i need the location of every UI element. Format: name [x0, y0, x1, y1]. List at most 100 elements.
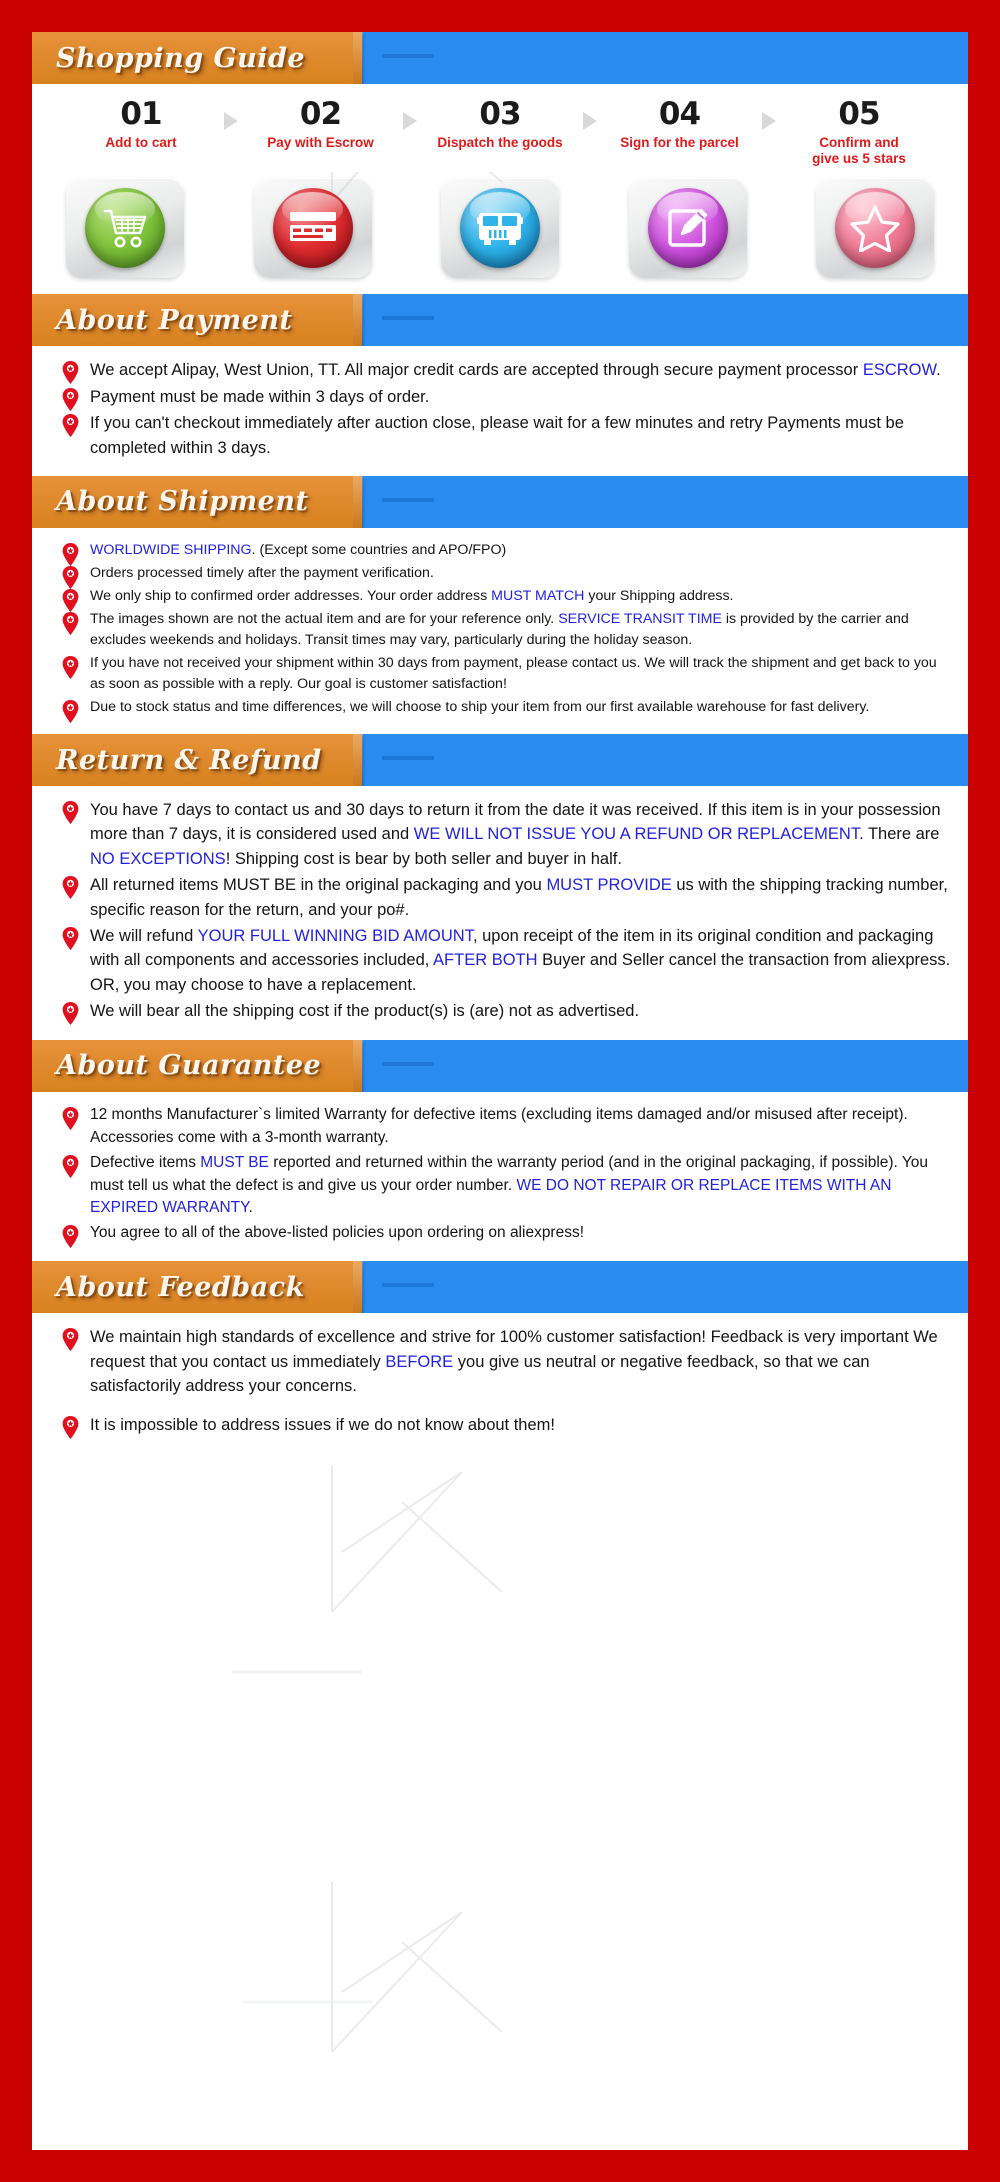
step-number: 03 [479, 96, 521, 132]
list-item: We accept Alipay, West Union, TT. All ma… [48, 358, 952, 385]
section-tab: Return & Refund [32, 734, 363, 787]
body-text: ! Shipping cost is bear by both seller a… [225, 849, 622, 868]
highlight-text: WORLDWIDE SHIPPING [90, 541, 252, 558]
body-text: your Shipping address. [584, 587, 734, 604]
section-title: Shopping Guide [56, 42, 306, 74]
location-pin-icon [62, 801, 79, 825]
list-item: Due to stock status and time differences… [48, 697, 952, 724]
step-arrow-icon [223, 112, 238, 130]
location-pin-icon [62, 387, 79, 411]
body-text: 12 months Manufacturer`s limited Warrant… [90, 1105, 908, 1146]
list-item: We will refund YOUR FULL WINNING BID AMO… [48, 924, 952, 997]
step-label: Add to cart [105, 134, 177, 150]
page-root: Shopping Guide 01 Add to cart 02 Pay wit… [0, 0, 1000, 2182]
step-label-line2: give us 5 stars [812, 151, 906, 167]
step-label: Confirm and give us 5 stars [784, 135, 934, 169]
return-refund-list: You have 7 days to contact us and 30 day… [48, 798, 952, 1026]
step-label: Pay with Escrow [267, 134, 374, 150]
step-05: 05 Confirm and give us 5 stars [784, 98, 934, 168]
section-tab: About Guarantee [32, 1039, 363, 1092]
highlight-text: SERVICE TRANSIT TIME [558, 610, 722, 627]
section-header-about-feedback: About Feedback [32, 1261, 968, 1314]
body-text: The images shown are not the actual item… [90, 610, 559, 627]
section-title: About Feedback [56, 1271, 305, 1303]
list-item: Payment must be made within 3 days of or… [48, 385, 952, 411]
header-accent-line [382, 497, 434, 502]
section-tab: About Payment [32, 294, 363, 347]
step-icon-tile-5[interactable] [816, 178, 934, 279]
list-item: You have 7 days to contact us and 30 day… [48, 798, 952, 871]
step-04: 04 Sign for the parcel [605, 98, 755, 151]
step-01: 01 Add to cart [66, 98, 216, 151]
section-title: About Shipment [56, 486, 309, 518]
step-arrow-icon [403, 112, 418, 130]
section-tab: About Shipment [32, 475, 363, 528]
section-header-about-guarantee: About Guarantee [32, 1039, 968, 1092]
section-header-about-payment: About Payment [32, 294, 968, 347]
body-text: Defective items [90, 1153, 201, 1171]
section-tab: About Feedback [32, 1261, 363, 1314]
step-icon-tile-3[interactable] [441, 178, 559, 279]
list-item: All returned items MUST BE in the origin… [48, 873, 952, 922]
step-label: Dispatch the goods [437, 134, 563, 150]
body-text: . [248, 1199, 253, 1217]
highlight-text: YOUR FULL WINNING BID AMOUNT [197, 927, 473, 946]
list-item: We will bear all the shipping cost if th… [48, 999, 952, 1026]
location-pin-icon [62, 1415, 79, 1439]
about-shipment-list: WORLDWIDE SHIPPING. (Except some countri… [48, 540, 952, 724]
list-item: It is impossible to address issues if we… [48, 1413, 952, 1439]
highlight-text: MUST BE [200, 1153, 269, 1171]
step-label-line1: Confirm and [819, 134, 899, 150]
step-icon-tile-1[interactable] [66, 178, 184, 279]
location-pin-icon [62, 1106, 79, 1130]
header-accent-line [382, 316, 434, 321]
highlight-text: MUST MATCH [491, 587, 585, 604]
list-item: If you can't checkout immediately after … [48, 411, 952, 460]
step-icon-tile-4[interactable] [628, 178, 747, 279]
body-text: You agree to all of the above-listed pol… [90, 1224, 585, 1242]
location-pin-icon [62, 656, 79, 679]
about-payment-list: We accept Alipay, West Union, TT. All ma… [48, 358, 952, 460]
highlight-text: BEFORE [385, 1352, 454, 1371]
section-header-about-shipment: About Shipment [32, 475, 968, 528]
shopping-guide-icons [32, 172, 968, 295]
list-item: We maintain high standards of excellence… [48, 1325, 952, 1398]
body-text: We will refund [90, 927, 198, 946]
location-pin-icon [62, 876, 79, 900]
section-header-shopping-guide: Shopping Guide [32, 32, 968, 84]
step-arrow-icon [582, 112, 597, 130]
step-number: 04 [658, 96, 701, 132]
section-title: Return & Refund [56, 744, 322, 776]
credit-card-icon [272, 188, 353, 269]
list-item: Defective items MUST BE reported and ret… [48, 1152, 952, 1221]
section-title: About Guarantee [56, 1050, 322, 1082]
highlight-text: NO EXCEPTIONS [90, 849, 226, 868]
shopping-guide-steps: 01 Add to cart 02 Pay with Escrow 03 Dis… [32, 84, 968, 173]
body-text: If you can't checkout immediately after … [90, 414, 904, 457]
content-sheet: Shopping Guide 01 Add to cart 02 Pay wit… [32, 32, 968, 2150]
highlight-text: AFTER BOTH [433, 951, 538, 970]
about-shipment-body: WORLDWIDE SHIPPING. (Except some countri… [32, 527, 968, 735]
body-text: We will bear all the shipping cost if th… [90, 1002, 640, 1021]
shopping-cart-icon [85, 188, 165, 269]
about-feedback-body: We maintain high standards of excellence… [32, 1313, 968, 1465]
step-number: 05 [838, 96, 880, 132]
body-text: If you have not received your shipment w… [90, 655, 937, 693]
header-accent-line [382, 1283, 434, 1288]
location-pin-icon [62, 1225, 79, 1249]
list-item: The images shown are not the actual item… [48, 609, 952, 651]
step-03: 03 Dispatch the goods [425, 98, 575, 151]
body-text: We accept Alipay, West Union, TT. All ma… [90, 361, 863, 380]
location-pin-icon [62, 700, 79, 724]
step-02: 02 Pay with Escrow [246, 98, 396, 151]
step-icon-tile-2[interactable] [253, 178, 372, 279]
section-header-return-refund: Return & Refund [32, 734, 968, 787]
list-item: Orders processed timely after the paymen… [48, 563, 952, 589]
location-pin-icon [62, 361, 79, 385]
section-title: About Payment [56, 304, 293, 336]
step-arrow-icon [762, 112, 777, 130]
body-text: . (Except some countries and APO/FPO) [251, 541, 507, 558]
list-item: We only ship to confirmed order addresse… [48, 586, 952, 612]
location-pin-icon [62, 611, 79, 635]
body-text: . There are [859, 825, 940, 844]
